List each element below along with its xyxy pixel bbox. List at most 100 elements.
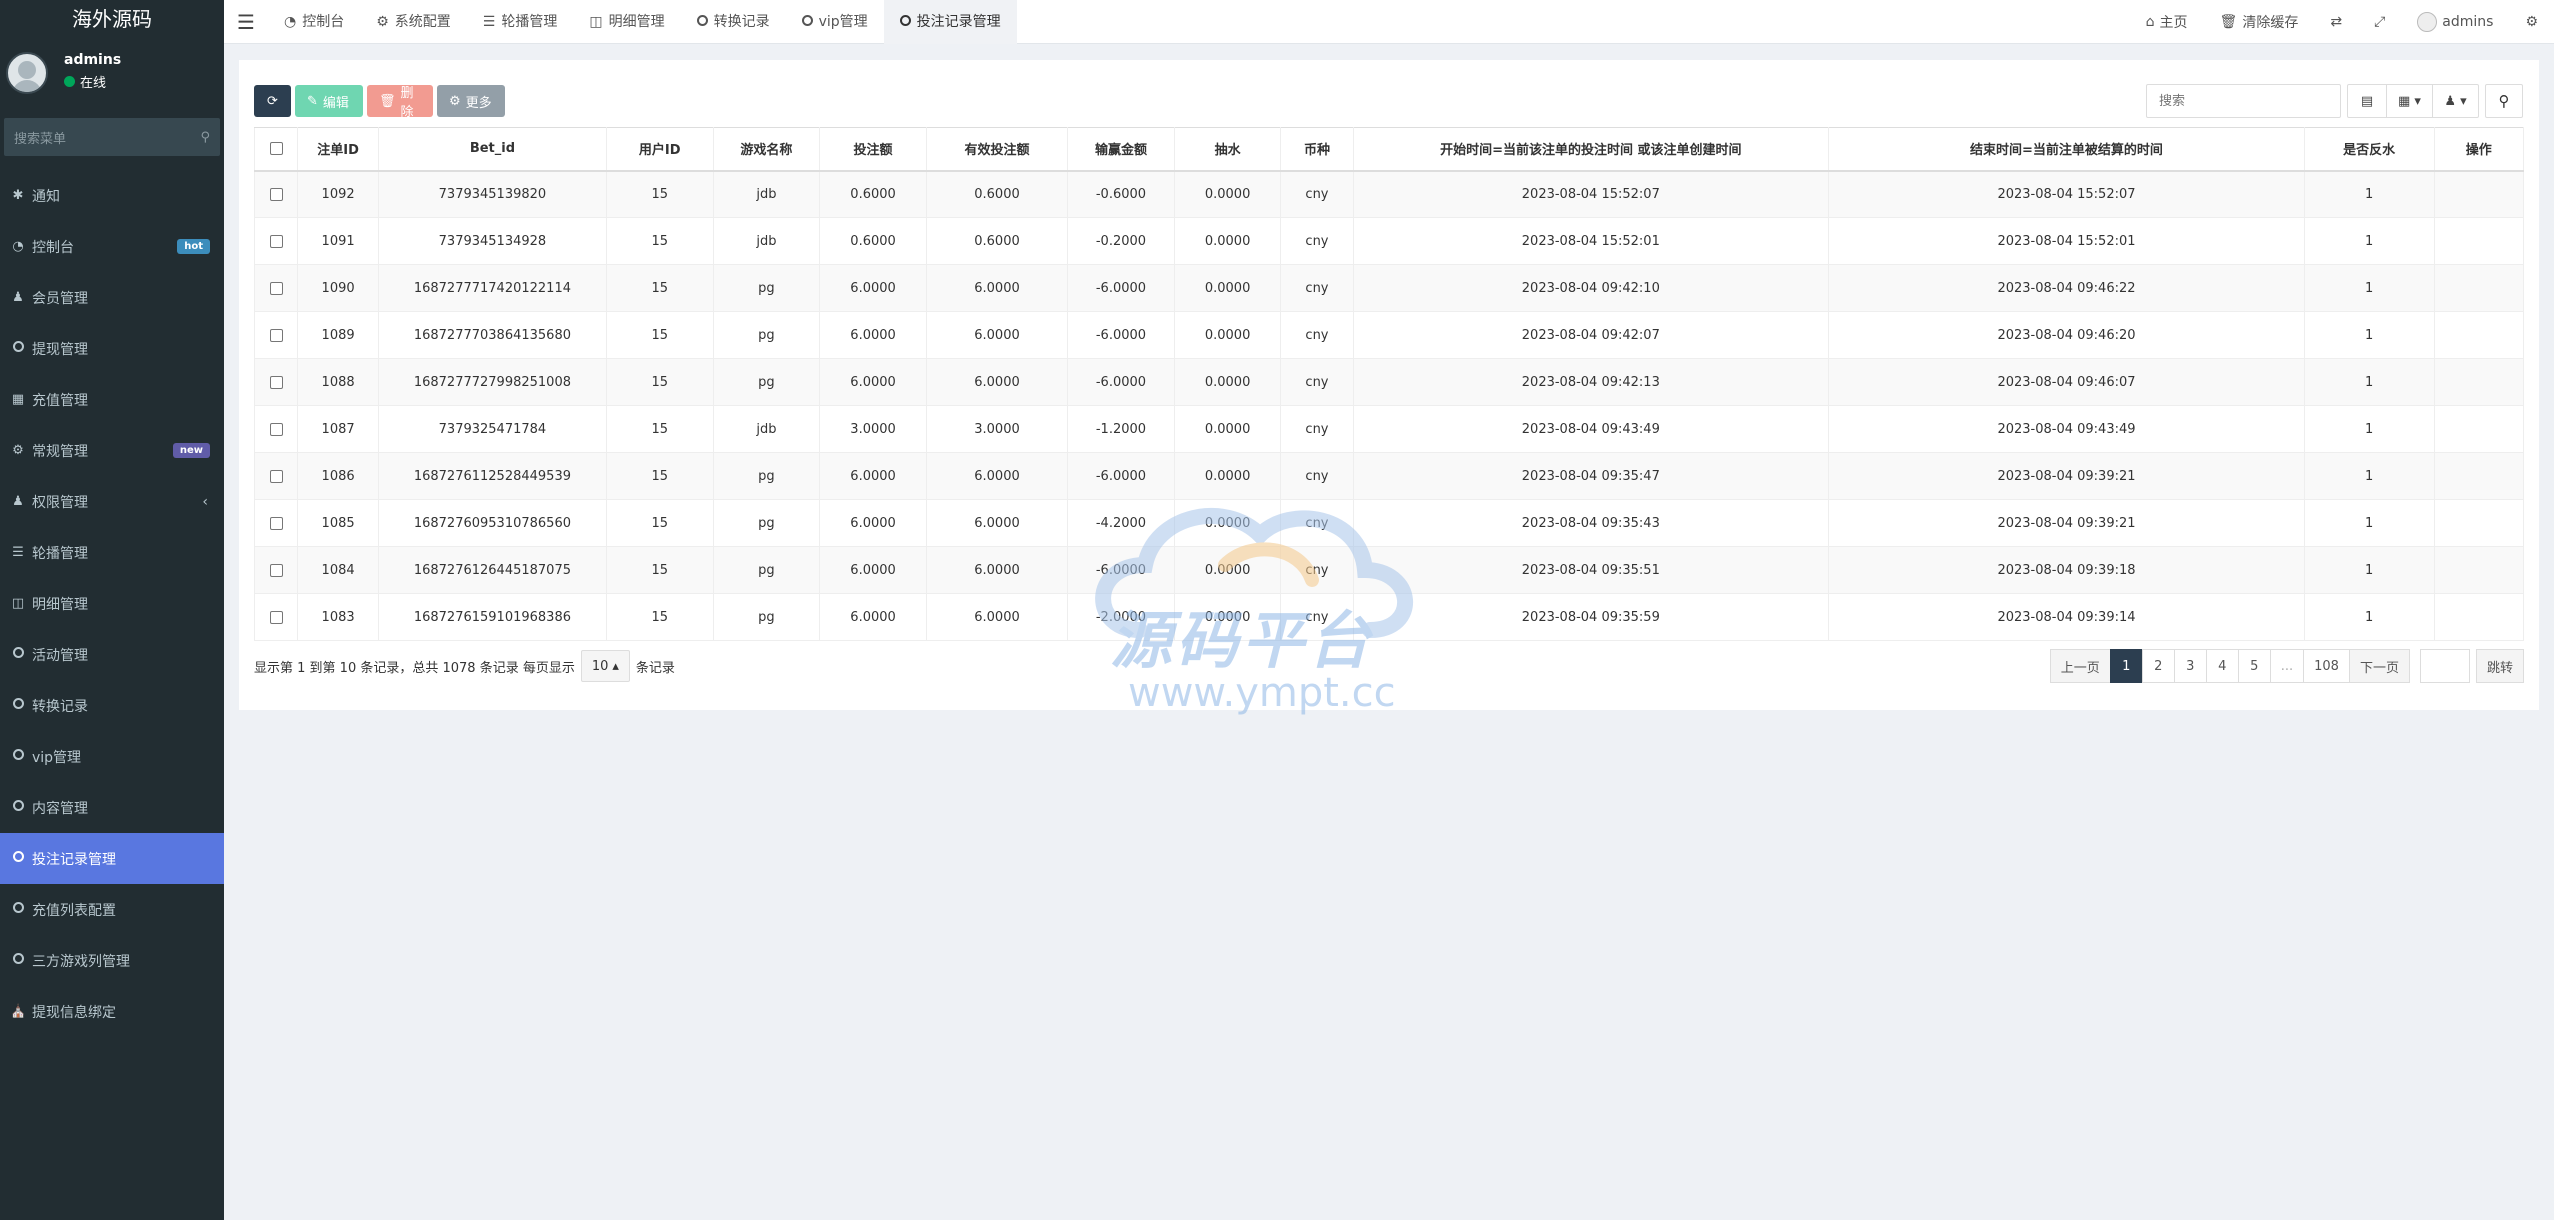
row-checkbox[interactable] <box>269 563 283 577</box>
table-cell: -0.2000 <box>1067 217 1175 265</box>
column-header[interactable]: 输赢金额 <box>1067 127 1175 172</box>
row-checkbox[interactable] <box>269 187 283 201</box>
column-header[interactable]: 有效投注额 <box>925 127 1069 172</box>
select-all-checkbox[interactable] <box>269 142 283 156</box>
page-button[interactable]: 1 <box>2109 649 2143 683</box>
circle-icon <box>10 341 26 356</box>
toggle-view-icon[interactable]: ▤ <box>2348 85 2386 117</box>
sidebar-item-withdraw[interactable]: 提现管理 <box>0 323 224 374</box>
search-input[interactable] <box>2146 84 2341 118</box>
sidebar-item-members[interactable]: ♟ 会员管理 <box>0 272 224 323</box>
prev-page-button[interactable]: 上一页 <box>2049 649 2111 683</box>
table-row[interactable]: 1088 1687277727998251008 15 pg 6.0000 6.0000-… <box>253 358 2525 406</box>
table-row[interactable]: 1089 1687277703864135680 15 pg 6.0000 6.0000-… <box>253 311 2525 359</box>
page-button[interactable]: 5 <box>2237 649 2271 683</box>
table-row[interactable]: 1091 7379345134928 15 jdb 0.6000 0.6000 -0.200… <box>253 217 2525 265</box>
sidebar-item-dashboard[interactable]: ◔ 控制台 hot <box>0 221 224 272</box>
sidebar-item-carousel[interactable]: ☰ 轮播管理 <box>0 527 224 578</box>
sidebar-item-third-party-games[interactable]: 三方游戏列管理 <box>0 935 224 986</box>
sidebar-item-content[interactable]: 内容管理 <box>0 782 224 833</box>
column-header[interactable]: 开始时间=当前该注单的投注时间 或该注单创建时间 <box>1352 127 1830 172</box>
page-button[interactable]: 2 <box>2141 649 2175 683</box>
records-info: 显示第 1 到第 10 条记录，总共 1078 条记录 每页显示 <box>254 660 575 676</box>
app-logo[interactable]: 海外源码 <box>0 0 224 38</box>
table-row[interactable]: 1092 7379345139820 15 jdb 0.6000 0.6000 -0.600… <box>253 170 2525 218</box>
settings-button[interactable]: ⚙ <box>2509 14 2554 30</box>
fullscreen-button[interactable]: ⤢ <box>2358 14 2401 30</box>
menu-toggle-icon[interactable]: ☰ <box>224 10 268 34</box>
table-row[interactable]: 1087 7379325471784 15 jdb 3.0000 3.0000 -1.200… <box>253 405 2525 453</box>
sidebar-search-input[interactable]: 搜索菜单 ⚲ <box>4 118 220 156</box>
page-size-select[interactable]: 10 ▴ <box>580 650 630 682</box>
home-button[interactable]: ⌂ 主页 <box>2130 12 2204 32</box>
delete-button[interactable]: 🗑 删除 <box>367 85 433 120</box>
search-icon[interactable]: ⚲ <box>200 130 210 145</box>
column-header[interactable]: 操作 <box>2433 127 2525 172</box>
tab-vip[interactable]: vip管理 <box>786 0 884 44</box>
column-header[interactable]: 注单ID <box>297 127 379 172</box>
clear-cache-label: 清除缓存 <box>2242 14 2299 31</box>
table-cell: pg <box>712 499 821 547</box>
table-row[interactable]: 1084 1687276126445187075 15 pg 6.0000 6.0000-… <box>253 546 2525 594</box>
row-checkbox[interactable] <box>269 234 283 248</box>
sidebar-item-vip[interactable]: vip管理 <box>0 731 224 782</box>
sidebar-item-bet-records[interactable]: 投注记录管理 <box>0 833 224 884</box>
column-header[interactable]: 抽水 <box>1173 127 1282 172</box>
tab-carousel[interactable]: ☰ 轮播管理 <box>467 0 574 44</box>
sidebar-item-recharge-config[interactable]: 充值列表配置 <box>0 884 224 935</box>
table-cell: 0.0000 <box>1173 593 1282 641</box>
sidebar-item-permissions[interactable]: ♟ 权限管理 ‹ <box>0 476 224 527</box>
page-button[interactable]: 3 <box>2173 649 2207 683</box>
page-button[interactable]: 4 <box>2205 649 2239 683</box>
column-header[interactable]: 币种 <box>1280 127 1354 172</box>
export-icon[interactable]: ♟ ▾ <box>2432 85 2478 117</box>
table-row[interactable]: 1090 1687277717420122114 15 pg 6.0000 6.0000-… <box>253 264 2525 312</box>
table-row[interactable]: 1083 1687276159101968386 15 pg 6.0000 6.0000-… <box>253 593 2525 641</box>
tab-conversion[interactable]: 转换记录 <box>681 0 786 44</box>
table-row[interactable]: 1085 1687276095310786560 15 pg 6.0000 6.0000-… <box>253 499 2525 547</box>
tab-details[interactable]: ◫ 明细管理 <box>573 0 680 44</box>
table-row[interactable]: 1086 1687276112528449539 15 pg 6.0000 6.0000-… <box>253 452 2525 500</box>
row-checkbox[interactable] <box>269 328 283 342</box>
sidebar-item-activity[interactable]: 活动管理 <box>0 629 224 680</box>
clear-cache-button[interactable]: 🗑 清除缓存 <box>2204 12 2315 32</box>
tab-system-config[interactable]: ⚙ 系统配置 <box>360 0 467 44</box>
page-button[interactable]: 108 <box>2303 649 2350 683</box>
user-menu[interactable]: admins <box>2401 11 2509 32</box>
row-checkbox[interactable] <box>269 375 283 389</box>
tab-dashboard[interactable]: ◔ 控制台 <box>268 0 360 44</box>
sidebar-item-general[interactable]: ⚙ 常规管理 new <box>0 425 224 476</box>
sidebar-item-notice[interactable]: ✱ 通知 <box>0 170 224 221</box>
row-checkbox[interactable] <box>269 516 283 530</box>
column-header[interactable]: 游戏名称 <box>712 127 821 172</box>
chevron-left-icon[interactable]: ‹ <box>202 494 208 510</box>
language-button[interactable]: ⇄ <box>2314 14 2358 30</box>
column-header[interactable]: 是否反水 <box>2303 127 2435 172</box>
jump-button[interactable]: 跳转 <box>2475 649 2524 683</box>
sidebar-item-withdraw-binding[interactable]: ⛪ 提现信息绑定 <box>0 986 224 1037</box>
table-cell: -6.0000 <box>1067 358 1175 406</box>
sidebar-item-recharge[interactable]: ▦ 充值管理 <box>0 374 224 425</box>
edit-button[interactable]: ✎ 编辑 <box>295 85 363 117</box>
next-page-button[interactable]: 下一页 <box>2348 649 2410 683</box>
row-checkbox[interactable] <box>269 281 283 295</box>
more-button[interactable]: ⚙ 更多 <box>437 85 505 117</box>
columns-icon[interactable]: ▦ ▾ <box>2386 85 2432 117</box>
table-cell: 2023-08-04 09:46:22 <box>1828 264 2305 312</box>
column-header[interactable]: 用户ID <box>605 127 714 172</box>
sidebar-item-conversion[interactable]: 转换记录 <box>0 680 224 731</box>
table-cell: cny <box>1280 217 1354 265</box>
search-icon[interactable]: ⚲ <box>2485 84 2523 118</box>
tab-bet-records[interactable]: 投注记录管理 <box>883 0 1017 44</box>
jump-page-input[interactable] <box>2419 649 2470 683</box>
table-cell: cny <box>1280 264 1354 312</box>
column-header[interactable]: 投注额 <box>819 127 927 172</box>
sidebar-item-details[interactable]: ◫ 明细管理 <box>0 578 224 629</box>
refresh-button[interactable]: ⟳ <box>254 85 291 117</box>
row-checkbox[interactable] <box>269 610 283 624</box>
row-checkbox[interactable] <box>269 422 283 436</box>
column-header[interactable]: Bet_id <box>377 127 607 172</box>
row-checkbox[interactable] <box>269 469 283 483</box>
column-header[interactable]: 结束时间=当前注单被结算的时间 <box>1828 127 2305 172</box>
table-cell: 15 <box>605 358 714 406</box>
